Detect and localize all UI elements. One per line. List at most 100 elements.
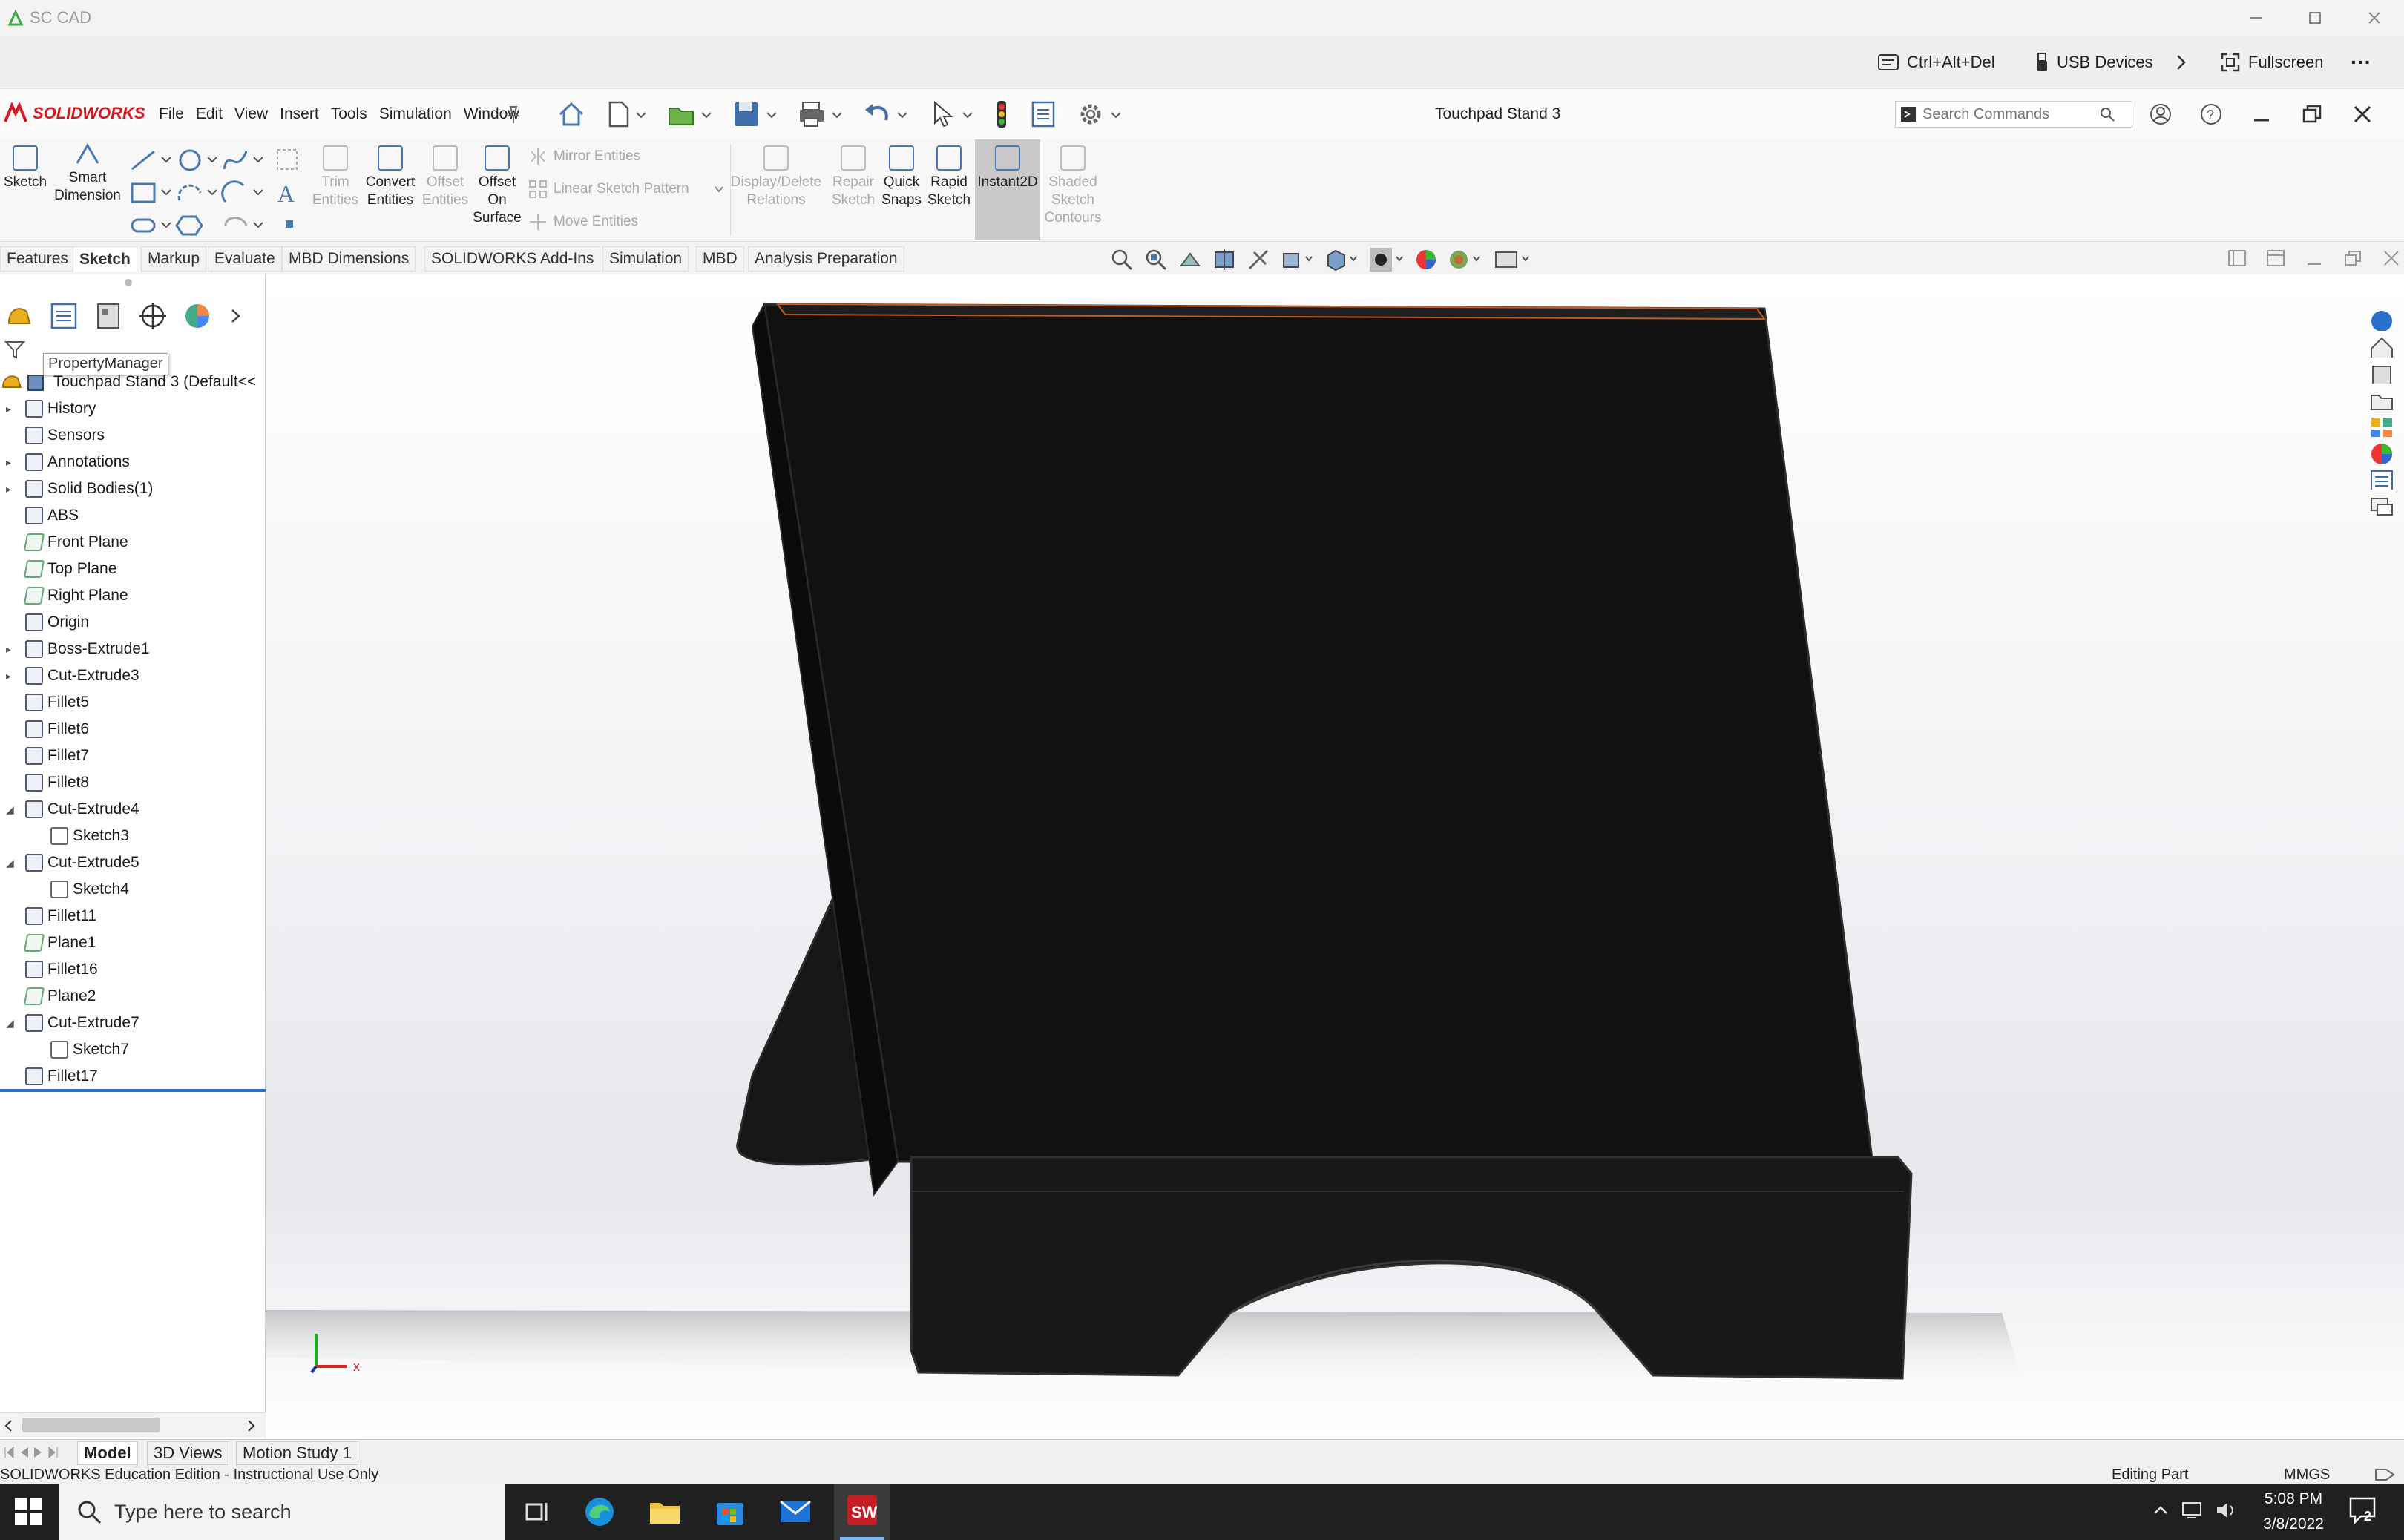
last-tab-icon[interactable]: [47, 1446, 59, 1459]
previous-view-icon[interactable]: [1178, 248, 1202, 272]
first-tab-icon[interactable]: [3, 1446, 15, 1459]
doc-close-icon[interactable]: [2382, 249, 2401, 267]
task-view-icon[interactable]: [524, 1498, 551, 1525]
file-properties-icon[interactable]: [1030, 99, 1057, 129]
tree-item[interactable]: Fillet11: [0, 903, 96, 929]
tab-analysis-preparation[interactable]: Analysis Preparation: [748, 246, 904, 272]
expand-arrow-icon[interactable]: ▸: [6, 483, 16, 496]
tree-item[interactable]: ◢ Cut-Extrude7: [0, 1010, 139, 1036]
rectangle-icon[interactable]: [129, 180, 174, 206]
display-style-icon[interactable]: [1325, 248, 1359, 272]
point-icon[interactable]: [282, 217, 297, 231]
instant2d-button[interactable]: Instant2D: [975, 139, 1040, 240]
view-palette-icon[interactable]: [2368, 388, 2395, 410]
forum-icon[interactable]: [2368, 494, 2395, 516]
display-manager-tab-icon[interactable]: [183, 301, 212, 331]
sketch-button[interactable]: Sketch: [4, 145, 47, 191]
expand-arrow-icon[interactable]: ▸: [6, 456, 16, 469]
scroll-right-icon[interactable]: [246, 1419, 257, 1432]
tab-markup[interactable]: Markup: [141, 246, 207, 272]
help-icon[interactable]: ?: [2199, 102, 2223, 126]
polygon-icon[interactable]: [175, 212, 205, 239]
tree-item[interactable]: ▸ History: [0, 395, 96, 422]
circle-icon[interactable]: [175, 147, 220, 174]
doc-minimize-icon[interactable]: [2305, 249, 2324, 267]
doc-restore-icon[interactable]: [2343, 249, 2362, 267]
shaded-sketch-contours-button[interactable]: Shaded Sketch Contours: [1043, 145, 1103, 227]
configuration-manager-tab-icon[interactable]: [93, 301, 123, 331]
bottom-tab-model[interactable]: Model: [77, 1441, 138, 1465]
custom-properties-icon[interactable]: [2368, 468, 2395, 490]
collapse-arrow-icon[interactable]: ◢: [6, 857, 16, 869]
tree-item[interactable]: Fillet8: [0, 769, 89, 796]
repair-sketch-button[interactable]: Repair Sketch: [825, 145, 881, 209]
tree-root[interactable]: Touchpad Stand 3 (Default<<: [0, 369, 256, 395]
slot-icon[interactable]: [129, 212, 174, 239]
notification-center-button[interactable]: 2: [2348, 1495, 2382, 1528]
sw-close-icon[interactable]: [2351, 102, 2374, 126]
appearances-icon[interactable]: [2368, 415, 2395, 437]
options-gear-icon[interactable]: [1076, 99, 1122, 129]
remote-bar-expand-button[interactable]: [2174, 49, 2187, 76]
tree-item[interactable]: Plane1: [0, 929, 96, 956]
outer-close-button[interactable]: [2345, 0, 2404, 36]
view-settings-icon[interactable]: [1493, 248, 1531, 272]
tree-item[interactable]: ▸ Solid Bodies(1): [0, 476, 153, 502]
tree-item[interactable]: Right Plane: [0, 582, 128, 609]
tab-evaluate[interactable]: Evaluate: [208, 246, 282, 272]
solidworks-taskbar-button[interactable]: SW: [834, 1484, 890, 1540]
search-commands-box[interactable]: [1895, 101, 2132, 128]
tree-item[interactable]: Sensors: [0, 422, 105, 449]
hide-show-items-icon[interactable]: [1370, 248, 1404, 272]
offset-on-surface-button[interactable]: Offset On Surface: [472, 145, 522, 227]
dimxpert-manager-tab-icon[interactable]: [138, 301, 168, 331]
arc-icon[interactable]: [175, 180, 220, 206]
next-tab-icon[interactable]: [33, 1446, 45, 1459]
pin-menu-icon[interactable]: [505, 104, 522, 125]
design-library-icon[interactable]: [2368, 335, 2395, 358]
clock[interactable]: 5:08 PM 3/8/2022: [2253, 1487, 2334, 1537]
home-icon[interactable]: [556, 99, 586, 129]
mirror-entities-button[interactable]: Mirror Entities: [528, 147, 640, 166]
rebuild-icon[interactable]: [993, 99, 1011, 129]
bottom-tab-3d-views[interactable]: 3D Views: [147, 1441, 229, 1465]
volume-icon[interactable]: [2216, 1500, 2238, 1521]
select-icon[interactable]: [927, 99, 973, 129]
feature-manager-tab-icon[interactable]: [4, 301, 34, 331]
expand-arrow-icon[interactable]: ▸: [6, 403, 16, 415]
new-document-icon[interactable]: [605, 99, 647, 129]
outer-maximize-button[interactable]: [2285, 0, 2345, 36]
scroll-thumb[interactable]: [22, 1418, 160, 1432]
open-document-icon[interactable]: [666, 99, 712, 129]
solidworks-resources-icon[interactable]: [2368, 309, 2395, 331]
file-explorer-icon[interactable]: [648, 1497, 681, 1527]
view-orientation-icon[interactable]: [1281, 248, 1315, 272]
tree-item[interactable]: Origin: [0, 609, 89, 636]
tree-item[interactable]: Sketch4: [0, 876, 129, 903]
offset-entities-button[interactable]: Offset Entities: [418, 145, 472, 209]
partial-ellipse-icon[interactable]: [221, 212, 266, 239]
tab-sketch[interactable]: Sketch: [73, 246, 137, 272]
tree-item[interactable]: ▸ Boss-Extrude1: [0, 636, 150, 662]
network-icon[interactable]: [2181, 1500, 2204, 1521]
text-icon[interactable]: A: [275, 180, 301, 206]
print-icon[interactable]: [797, 99, 843, 129]
property-manager-tab-icon[interactable]: [49, 301, 79, 331]
expand-arrow-icon[interactable]: ▸: [6, 643, 16, 656]
tree-item[interactable]: Fillet16: [0, 956, 98, 983]
edge-browser-icon[interactable]: [583, 1495, 616, 1528]
sketch-block-icon[interactable]: [275, 147, 301, 174]
tree-item[interactable]: Plane2: [0, 983, 96, 1010]
ctrl-alt-del-button[interactable]: Ctrl+Alt+Del: [1877, 49, 1995, 76]
trim-entities-button[interactable]: Trim Entities: [310, 145, 361, 209]
expand-arrow-icon[interactable]: ▸: [6, 670, 16, 682]
tree-item[interactable]: Fillet7: [0, 743, 89, 769]
unit-system-status[interactable]: MMGS: [2284, 1467, 2330, 1484]
tree-item[interactable]: Fillet6: [0, 716, 89, 743]
linear-sketch-pattern-button[interactable]: Linear Sketch Pattern: [528, 180, 725, 199]
dynamic-annotation-icon[interactable]: [1247, 248, 1270, 272]
microsoft-store-icon[interactable]: [714, 1495, 746, 1528]
menu-edit[interactable]: Edit: [190, 105, 229, 123]
graphics-viewport[interactable]: x: [266, 274, 2404, 1439]
tab-mbd-dimensions[interactable]: MBD Dimensions: [282, 246, 416, 272]
